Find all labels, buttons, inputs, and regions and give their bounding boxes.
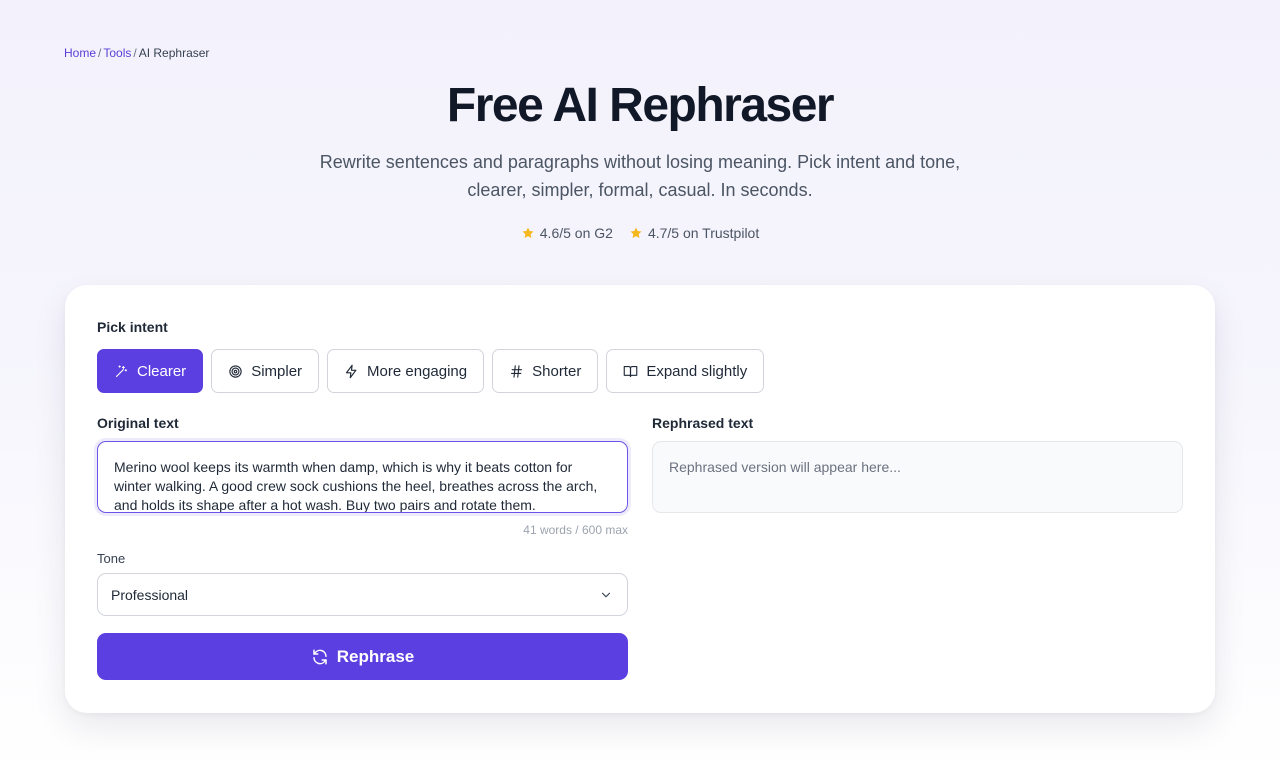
star-icon	[522, 227, 534, 239]
rating-g2-text: 4.6/5 on G2	[539, 225, 613, 241]
bolt-icon	[345, 364, 357, 378]
intent-label-text: Shorter	[532, 362, 582, 380]
book-icon	[624, 365, 638, 377]
rephrase-button-label: Rephrase	[336, 646, 415, 666]
intent-label-text: Expand slightly	[646, 362, 748, 380]
rephrased-placeholder: Rephrased version will appear here...	[669, 459, 901, 475]
intent-expand-slightly-button[interactable]: Expand slightly	[606, 349, 765, 393]
page-subtitle: Rewrite sentences and paragraphs without…	[319, 152, 961, 200]
intent-label: Pick intent	[97, 319, 168, 335]
ratings-row: 4.6/5 on G2 4.7/5 on Trustpilot	[0, 225, 1280, 241]
hash-icon	[511, 364, 523, 378]
breadcrumb-tools-link[interactable]: Tools	[103, 46, 131, 60]
intent-label-text: Clearer	[137, 362, 187, 380]
intent-options: Clearer Simpler More engaging Shorter Ex…	[97, 349, 765, 393]
original-text-input[interactable]: Merino wool keeps its warmth when damp, …	[97, 441, 628, 513]
word-count: 41 words / 600 max	[523, 523, 628, 537]
breadcrumb: Home / Tools / AI Rephraser	[64, 46, 209, 60]
tone-selected-value: Professional	[111, 586, 189, 603]
chevron-down-icon	[601, 592, 611, 597]
rating-trustpilot-text: 4.7/5 on Trustpilot	[647, 225, 760, 241]
breadcrumb-separator: /	[133, 46, 137, 60]
tone-select[interactable]: Professional	[97, 573, 628, 616]
intent-shorter-button[interactable]: Shorter	[492, 349, 599, 393]
original-text-label: Original text	[97, 415, 179, 431]
breadcrumb-current: AI Rephraser	[138, 46, 210, 60]
rating-g2: 4.6/5 on G2	[521, 225, 613, 241]
rephrased-text-label: Rephrased text	[652, 415, 754, 431]
intent-simpler-button[interactable]: Simpler	[211, 349, 320, 393]
rating-trustpilot: 4.7/5 on Trustpilot	[629, 225, 759, 241]
intent-label-text: More engaging	[367, 362, 468, 380]
intent-label-text: Simpler	[251, 362, 303, 380]
intent-clearer-button[interactable]: Clearer	[97, 349, 204, 393]
breadcrumb-home-link[interactable]: Home	[64, 46, 96, 60]
wand-icon	[115, 364, 128, 377]
rephrased-text-output[interactable]: Rephrased version will appear here...	[652, 441, 1183, 513]
tone-label: Tone	[97, 551, 126, 566]
rephraser-card: Pick intent Clearer Simpler More engagin…	[65, 285, 1215, 713]
target-icon	[229, 364, 242, 378]
breadcrumb-separator: /	[98, 46, 102, 60]
star-icon	[630, 227, 642, 239]
refresh-icon	[313, 649, 327, 664]
intent-more-engaging-button[interactable]: More engaging	[327, 349, 485, 393]
page-title: Free AI Rephraser	[446, 79, 835, 132]
rephrase-button[interactable]: Rephrase	[97, 633, 628, 680]
